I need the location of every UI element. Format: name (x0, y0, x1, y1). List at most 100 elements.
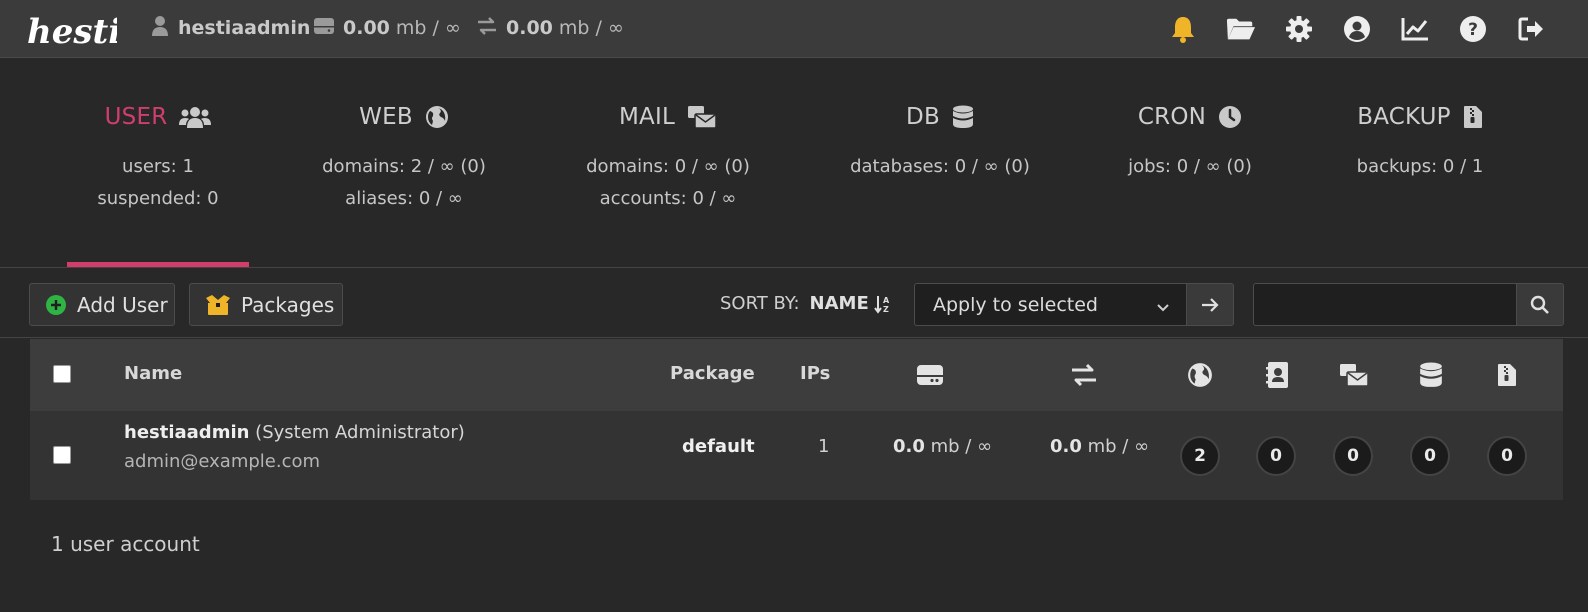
packages-button[interactable]: Packages (189, 283, 343, 326)
tab-web-line1: domains: 2 / ∞ (0) (322, 156, 486, 177)
question-circle-icon[interactable]: ? (1458, 14, 1488, 44)
user-name-cell: hestiaadmin (System Administrator) (124, 422, 465, 443)
disk-usage: 0.00 mb / ∞ (313, 15, 461, 41)
package-cell[interactable]: default (682, 436, 755, 457)
bandwidth-cell-unit: mb / ∞ (1087, 436, 1150, 457)
svg-text:?: ? (1468, 20, 1478, 40)
exchange-icon[interactable] (1068, 361, 1100, 389)
mail-bulk-icon (687, 105, 717, 129)
plus-circle-icon (45, 294, 67, 316)
tab-backup[interactable]: BACKUP backups: 0 / 1 (1320, 59, 1520, 267)
packages-label: Packages (241, 292, 335, 317)
svg-text:A: A (883, 296, 890, 305)
box-open-icon (205, 294, 231, 316)
tab-web[interactable]: WEB domains: 2 / ∞ (0) aliases: 0 / ∞ (304, 59, 504, 267)
sort-by-label: SORT BY: (720, 293, 800, 314)
backup-count-badge: 0 (1487, 436, 1527, 476)
web-count-badge: 2 (1180, 436, 1220, 476)
divider (0, 337, 1588, 338)
hestia-logo[interactable]: hestia (27, 5, 117, 53)
top-bar: hestia hestiaadmin 0.00 mb / ∞ 0.00 mb /… (0, 0, 1588, 58)
tab-backup-line1: backups: 0 / 1 (1356, 156, 1484, 177)
tab-user[interactable]: USER users: 1 suspended: 0 (67, 59, 249, 267)
exchange-icon (476, 16, 498, 41)
username-link[interactable]: hestiaadmin (124, 422, 249, 443)
database-icon[interactable] (1415, 361, 1447, 389)
disk-cell-unit: mb / ∞ (930, 436, 993, 457)
column-name[interactable]: Name (124, 363, 182, 384)
sort-by-value: NAME (809, 293, 869, 314)
dns-count-badge: 0 (1256, 436, 1296, 476)
chevron-down-icon (1156, 298, 1170, 320)
tab-user-title: USER (104, 104, 168, 130)
apply-button[interactable] (1186, 283, 1234, 326)
mail-count-badge: 0 (1333, 436, 1373, 476)
tab-user-line1: users: 1 (122, 156, 194, 177)
tab-db[interactable]: DB databases: 0 / ∞ (0) (840, 59, 1040, 267)
disk-cell-value: 0.0 (893, 436, 925, 457)
tab-mail-title: MAIL (619, 104, 675, 130)
add-user-button[interactable]: Add User (29, 283, 175, 326)
disk-cell: 0.0 mb / ∞ (893, 436, 992, 457)
user-icon (150, 15, 170, 42)
disk-value: 0.00 (343, 17, 390, 39)
tab-cron-line1: jobs: 0 / ∞ (0) (1128, 156, 1252, 177)
bandwidth-usage: 0.00 mb / ∞ (476, 15, 624, 41)
arrow-right-icon (1201, 297, 1219, 313)
username-label: hestiaadmin (178, 17, 311, 39)
tab-backup-title: BACKUP (1357, 104, 1451, 130)
column-ips[interactable]: IPs (800, 363, 830, 384)
address-book-icon[interactable] (1261, 361, 1293, 389)
table-row: hestiaadmin (System Administrator) admin… (30, 411, 1563, 500)
mail-bulk-icon[interactable] (1338, 361, 1370, 389)
database-icon (952, 105, 974, 129)
users-icon (179, 105, 212, 129)
bandwidth-value: 0.00 (506, 17, 553, 39)
sign-out-icon[interactable] (1516, 14, 1546, 44)
user-email: admin@example.com (124, 451, 321, 472)
bulk-action-select[interactable]: Apply to selected (914, 283, 1187, 326)
search-input[interactable] (1253, 283, 1517, 326)
user-circle-icon[interactable] (1342, 14, 1372, 44)
bandwidth-cell-value: 0.0 (1050, 436, 1082, 457)
hdd-icon[interactable] (914, 361, 946, 389)
sort-by-control[interactable]: SORT BY: NAME AZ (720, 293, 893, 314)
bandwidth-cell: 0.0 mb / ∞ (1050, 436, 1149, 457)
row-checkbox[interactable] (53, 446, 71, 464)
table-header: Name Package IPs (30, 339, 1563, 411)
chart-line-icon[interactable] (1400, 14, 1430, 44)
summary-tabs: USER users: 1 suspended: 0 WEB domains: … (0, 59, 1588, 267)
add-user-label: Add User (77, 292, 168, 317)
hdd-icon (313, 17, 335, 40)
tab-db-line1: databases: 0 / ∞ (0) (850, 156, 1030, 177)
tab-cron[interactable]: CRON jobs: 0 / ∞ (0) (1090, 59, 1290, 267)
svg-text:Z: Z (883, 305, 889, 314)
bell-icon[interactable] (1168, 14, 1198, 44)
ips-cell: 1 (818, 436, 830, 457)
gear-icon[interactable] (1284, 14, 1314, 44)
tab-cron-title: CRON (1137, 104, 1207, 130)
search-icon (1530, 295, 1550, 315)
user-role: (System Administrator) (255, 422, 465, 443)
svg-text:hestia: hestia (27, 12, 117, 52)
folder-open-icon[interactable] (1226, 14, 1256, 44)
user-count-footer: 1 user account (51, 532, 200, 556)
divider (0, 267, 1588, 268)
tab-web-line2: aliases: 0 / ∞ (345, 188, 463, 209)
column-package[interactable]: Package (670, 363, 755, 384)
sort-alpha-down-icon: AZ (873, 294, 893, 314)
tab-mail-line2: accounts: 0 / ∞ (599, 188, 737, 209)
file-zipper-icon[interactable] (1491, 361, 1523, 389)
select-all-checkbox[interactable] (53, 365, 71, 383)
bulk-action-value: Apply to selected (933, 293, 1098, 316)
tab-db-title: DB (906, 104, 940, 130)
search-button[interactable] (1516, 283, 1564, 326)
tab-mail[interactable]: MAIL domains: 0 / ∞ (0) accounts: 0 / ∞ (568, 59, 768, 267)
db-count-badge: 0 (1410, 436, 1450, 476)
user-indicator[interactable]: hestiaadmin (150, 15, 316, 41)
globe-icon (425, 105, 449, 129)
bandwidth-unit: mb / ∞ (558, 17, 624, 39)
tab-mail-line1: domains: 0 / ∞ (0) (586, 156, 750, 177)
globe-icon[interactable] (1184, 361, 1216, 389)
clock-icon (1218, 105, 1242, 129)
